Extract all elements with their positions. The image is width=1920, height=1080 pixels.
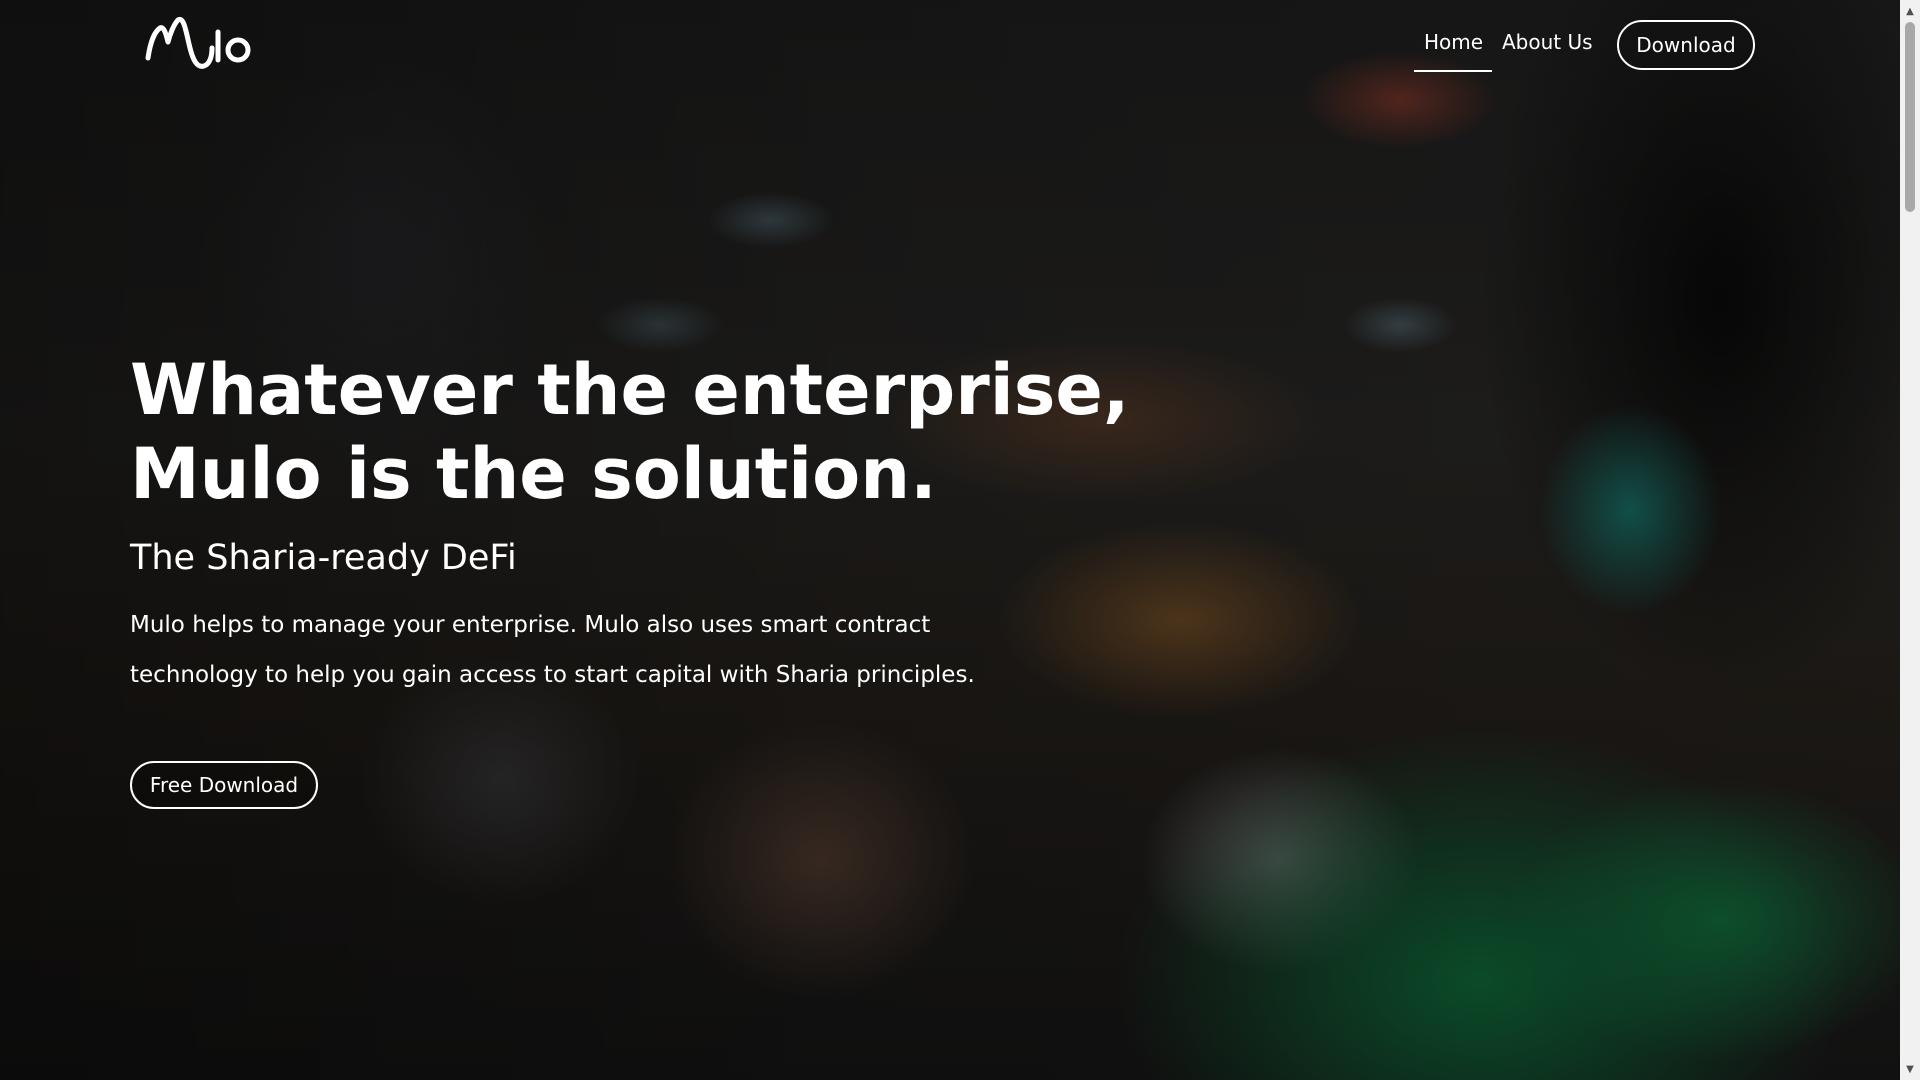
- hero-title-line-2: Mulo is the solution.: [130, 433, 937, 515]
- page-viewport: Home About Us Download Whatever the ente…: [0, 0, 1900, 1080]
- hero-description: Mulo helps to manage your enterprise. Mu…: [130, 612, 975, 688]
- hero-subtitle: The Sharia-ready DeFi: [130, 538, 517, 578]
- nav-about-link[interactable]: About Us: [1502, 30, 1593, 54]
- scroll-down-arrow-icon[interactable]: ▼: [1900, 1060, 1920, 1078]
- hero-title: Whatever the enterprise, Mulo is the sol…: [130, 348, 1130, 516]
- hero-title-line-1: Whatever the enterprise,: [130, 349, 1130, 431]
- nav-home-link[interactable]: Home: [1424, 30, 1483, 54]
- nav-active-indicator: [1414, 70, 1492, 72]
- mulo-logo[interactable]: [144, 10, 256, 80]
- free-download-button[interactable]: Free Download: [130, 761, 318, 809]
- scrollbar-thumb[interactable]: [1905, 22, 1915, 212]
- mulo-logo-mark: [145, 16, 251, 69]
- page-scrollbar[interactable]: ▲ ▼: [1900, 0, 1920, 1080]
- scroll-up-arrow-icon[interactable]: ▲: [1900, 2, 1920, 20]
- nav-download-button[interactable]: Download: [1617, 20, 1755, 70]
- navbar: Home About Us Download: [0, 0, 1900, 92]
